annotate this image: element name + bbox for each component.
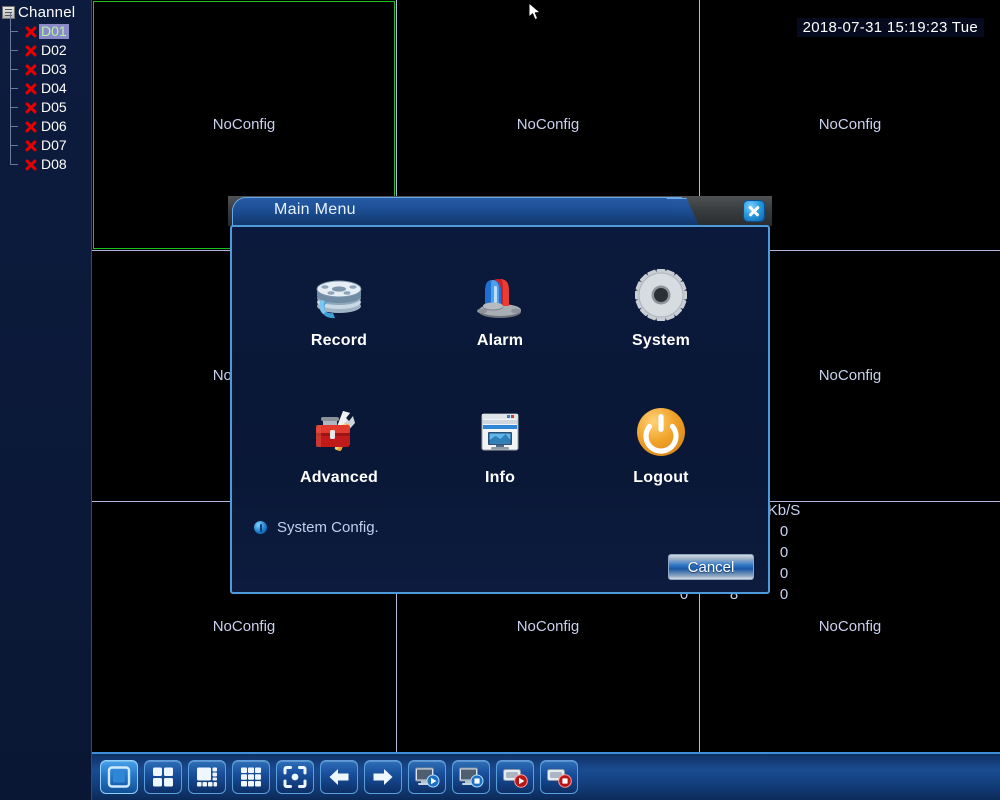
focus-brackets-icon (283, 766, 307, 788)
x-mark-icon (24, 101, 38, 115)
menu-item-info[interactable]: Info (420, 396, 581, 491)
menu-item-logout[interactable]: Logout (581, 396, 742, 491)
record-stop-button[interactable] (540, 760, 578, 794)
sidebar-item-d01[interactable]: D01 (10, 13, 91, 41)
bottom-toolbar (92, 752, 1000, 800)
menu-item-label: Info (484, 469, 516, 486)
info-circle-icon (254, 521, 267, 534)
ptz-focus-button[interactable] (276, 760, 314, 794)
channel-label: D03 (41, 61, 67, 77)
quad-grid-icon (151, 766, 175, 788)
prev-page-button[interactable] (320, 760, 358, 794)
channel-label: D01 (39, 23, 69, 39)
view-nine-button[interactable] (232, 760, 270, 794)
channel-list: D01 D02 D03 D04 D05 D06 D07 D08 (0, 13, 91, 174)
menu-item-label: Advanced (299, 469, 379, 486)
tree-list-icon (2, 5, 15, 19)
film-reel-icon (259, 265, 420, 325)
channel-label: D07 (41, 137, 67, 153)
close-icon[interactable] (743, 200, 765, 222)
sidebar-item-d08[interactable]: D08 (10, 146, 91, 174)
menu-item-label: Record (310, 332, 368, 349)
dialog-titlebar: Main Menu (228, 196, 772, 226)
timestamp-overlay: 2018-07-31 15:19:23 Tue (796, 18, 984, 37)
x-mark-icon (24, 120, 38, 134)
arrow-left-icon (327, 766, 351, 788)
dialog-title: Main Menu (274, 201, 356, 218)
menu-row-2: Advanced Info Logout (232, 396, 768, 491)
next-page-button[interactable] (364, 760, 402, 794)
video-cell-label: NoConfig (516, 116, 580, 133)
video-cell-label: NoConfig (212, 116, 276, 133)
video-cell-label: NoConfig (212, 618, 276, 635)
sidebar-item-d07[interactable]: D07 (10, 127, 91, 155)
sidebar-item-d03[interactable]: D03 (10, 51, 91, 79)
channel-label: D05 (41, 99, 67, 115)
x-mark-icon (24, 82, 38, 96)
gear-icon (581, 265, 742, 325)
siren-light-icon (420, 265, 581, 325)
video-cell-label: NoConfig (516, 618, 580, 635)
menu-item-label: System (631, 332, 691, 349)
sidebar-item-d04[interactable]: D04 (10, 70, 91, 98)
x-mark-icon (24, 158, 38, 172)
menu-item-label: Alarm (476, 332, 524, 349)
video-cell-label: NoConfig (818, 116, 882, 133)
sidebar-item-d02[interactable]: D02 (10, 32, 91, 60)
record-start-button[interactable] (496, 760, 534, 794)
menu-item-alarm[interactable]: Alarm (420, 259, 581, 354)
sidebar-header: Channel (0, 0, 91, 22)
sidebar-title-label: Channel (18, 3, 76, 21)
nine-grid-icon (239, 766, 263, 788)
dialog-body: Record Alarm System Advanced Info Logout… (230, 225, 770, 594)
single-pane-icon (107, 766, 131, 788)
menu-item-advanced[interactable]: Advanced (259, 396, 420, 491)
channel-label: D08 (41, 156, 67, 172)
menu-item-label: Logout (633, 469, 689, 486)
dialog-status-text: System Config. (277, 519, 379, 536)
dialog-status-row: System Config. (254, 519, 379, 536)
monitor-window-icon (420, 402, 581, 462)
x-mark-icon (24, 139, 38, 153)
channel-label: D06 (41, 118, 67, 134)
x-mark-icon (24, 44, 38, 58)
tape-play-icon (502, 766, 528, 788)
view-single-button[interactable] (100, 760, 138, 794)
playback-stop-button[interactable] (452, 760, 490, 794)
monitor-play-icon (414, 766, 440, 788)
one-plus-five-icon (195, 766, 219, 788)
channel-label: D02 (41, 42, 67, 58)
menu-icon-grid: Record Alarm System Advanced Info Logout (232, 259, 768, 491)
view-1plus5-button[interactable] (188, 760, 226, 794)
power-button-icon (581, 402, 742, 462)
channel-label: D04 (41, 80, 67, 96)
playback-start-button[interactable] (408, 760, 446, 794)
cancel-button[interactable]: Cancel (668, 554, 754, 580)
dvr-screen: NoConfig NoConfig NoConfig NoConfig NoCo… (0, 0, 1000, 800)
view-quad-button[interactable] (144, 760, 182, 794)
main-menu-dialog: Main Menu Record Alarm System Advanced I… (228, 196, 772, 596)
monitor-stop-icon (458, 766, 484, 788)
menu-row-1: Record Alarm System (232, 259, 768, 354)
arrow-right-icon (371, 766, 395, 788)
video-cell-label: NoConfig (818, 618, 882, 635)
sidebar-item-d06[interactable]: D06 (10, 108, 91, 136)
toolbox-wrench-icon (259, 402, 420, 462)
x-mark-icon (24, 63, 38, 77)
menu-item-record[interactable]: Record (259, 259, 420, 354)
channel-sidebar: Channel D01 D02 D03 D04 D05 D06 D07 D08 (0, 0, 92, 800)
tape-stop-icon (546, 766, 572, 788)
menu-item-system[interactable]: System (581, 259, 742, 354)
x-mark-icon (24, 25, 38, 39)
sidebar-item-d05[interactable]: D05 (10, 89, 91, 117)
